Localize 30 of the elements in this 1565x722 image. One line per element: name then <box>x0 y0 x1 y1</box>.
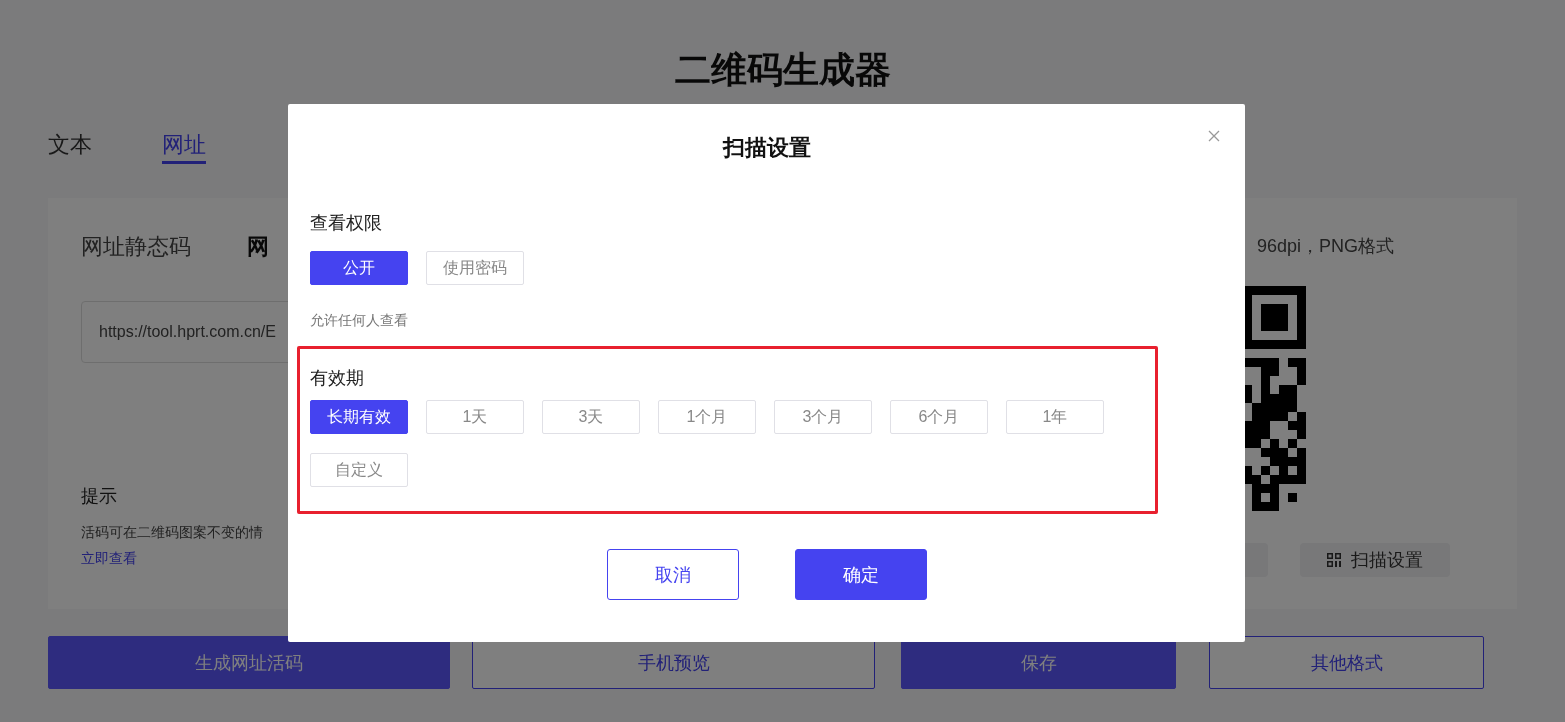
section-title: 有效期 <box>310 367 365 390</box>
hint-text: 允许任何人查看 <box>310 312 409 330</box>
option-button[interactable]: 自定义 <box>310 453 408 487</box>
option-button[interactable]: 公开 <box>310 251 408 285</box>
confirm-button[interactable]: 确定 <box>794 549 927 600</box>
scan-settings-button[interactable]: 扫描设置 <box>1300 543 1450 577</box>
tip-text: 活码可在二维码图案不变的情 <box>81 524 263 542</box>
option-button[interactable]: 1个月 <box>658 400 756 434</box>
option-button[interactable]: 6个月 <box>890 400 988 434</box>
action-button[interactable]: 其他格式 <box>1209 636 1484 689</box>
option-button[interactable]: 1天 <box>426 400 524 434</box>
grid-icon <box>1327 553 1341 567</box>
cancel-button[interactable]: 取消 <box>606 549 739 600</box>
option-button[interactable]: 3天 <box>542 400 640 434</box>
format-text: 96dpi，PNG格式 <box>1256 235 1394 258</box>
option-button[interactable]: 1年 <box>1006 400 1104 434</box>
tab[interactable]: 网址 <box>162 130 206 164</box>
option-button[interactable]: 长期有效 <box>310 400 408 434</box>
section-title: 查看权限 <box>310 212 383 235</box>
view-link[interactable]: 立即查看 <box>81 550 137 568</box>
tip-title: 提示 <box>81 485 117 508</box>
mode-tab[interactable]: 网址静态码 <box>81 232 191 266</box>
tab[interactable]: 文本 <box>48 130 92 164</box>
mode-tab[interactable]: 网 <box>247 232 269 266</box>
dialog-title: 扫描设置 <box>721 134 812 162</box>
option-button[interactable]: 3个月 <box>774 400 872 434</box>
close-icon[interactable] <box>1208 130 1220 142</box>
action-button[interactable]: 生成网址活码 <box>48 636 450 689</box>
page-title: 二维码生成器 <box>673 48 892 92</box>
option-button[interactable]: 使用密码 <box>426 251 524 285</box>
